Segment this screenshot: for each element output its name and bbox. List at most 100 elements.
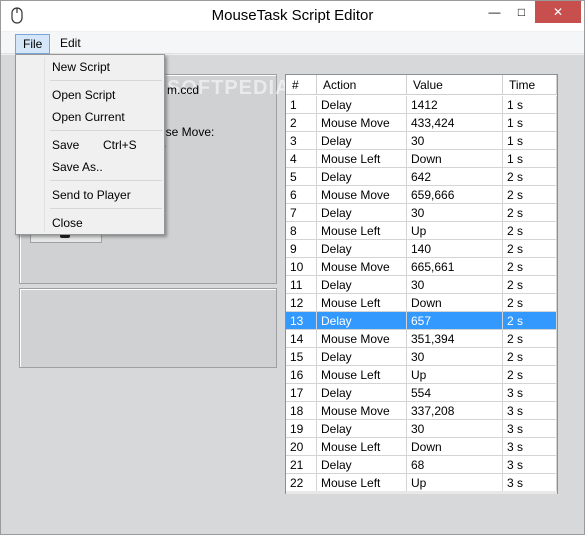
table-row[interactable]: 2 Mouse Move 433,424 1 s <box>286 114 557 132</box>
table-row[interactable]: 19 Delay 30 3 s <box>286 420 557 438</box>
cell-action: Delay <box>317 384 407 402</box>
cell-number: 7 <box>286 204 317 222</box>
table-row[interactable]: 1 Delay 1412 1 s <box>286 96 557 114</box>
details-panel <box>19 288 277 368</box>
menu-item-label: Open Script <box>52 88 116 102</box>
table-row[interactable]: 6 Mouse Move 659,666 2 s <box>286 186 557 204</box>
table-row[interactable]: 18 Mouse Move 337,208 3 s <box>286 402 557 420</box>
cell-action: Mouse Left <box>317 366 407 384</box>
maximize-button[interactable]: □ <box>508 1 535 23</box>
menu-item-open-current[interactable]: Open Current <box>18 106 162 128</box>
table-row[interactable]: 20 Mouse Left Down 3 s <box>286 438 557 456</box>
cell-time: 2 s <box>503 348 557 366</box>
cell-value: 642 <box>407 168 503 186</box>
table-row[interactable]: 22 Mouse Left Up 3 s <box>286 474 557 492</box>
column-header-action[interactable]: Action <box>317 75 407 95</box>
cell-time: 2 s <box>503 312 557 330</box>
cell-time: 1 s <box>503 114 557 132</box>
cell-number: 11 <box>286 276 317 294</box>
cell-action: Mouse Move <box>317 186 407 204</box>
table-row[interactable]: 7 Delay 30 2 s <box>286 204 557 222</box>
cell-value: 337,208 <box>407 402 503 420</box>
menu-file[interactable]: File <box>15 34 51 54</box>
cell-action: Delay <box>317 276 407 294</box>
menu-separator <box>50 130 162 131</box>
cell-value: 351,394 <box>407 330 503 348</box>
menu-item-save[interactable]: Save Ctrl+S <box>18 134 162 156</box>
close-window-button[interactable]: ✕ <box>535 1 581 23</box>
cell-value: Down <box>407 150 503 168</box>
column-header-number[interactable]: # <box>286 75 317 95</box>
cell-time: 1 s <box>503 150 557 168</box>
menu-item-shortcut: Ctrl+S <box>103 138 137 152</box>
cell-action: Mouse Left <box>317 222 407 240</box>
menu-item-label: New Script <box>52 60 111 74</box>
column-header-time[interactable]: Time <box>503 75 557 95</box>
cell-action: Mouse Left <box>317 150 407 168</box>
menu-item-new-script[interactable]: New Script <box>18 56 162 78</box>
cell-action: Delay <box>317 96 407 114</box>
cell-value: 659,666 <box>407 186 503 204</box>
table-row[interactable]: 5 Delay 642 2 s <box>286 168 557 186</box>
menu-item-open-script[interactable]: Open Script <box>18 84 162 106</box>
table-row[interactable]: 17 Delay 554 3 s <box>286 384 557 402</box>
menu-item-label: Open Current <box>52 110 125 124</box>
cell-action: Delay <box>317 204 407 222</box>
horizontal-scrollbar[interactable] <box>286 491 557 494</box>
cell-time: 2 s <box>503 276 557 294</box>
cell-value: Up <box>407 366 503 384</box>
cell-time: 3 s <box>503 438 557 456</box>
title-bar[interactable]: MouseTask Script Editor — □ ✕ <box>1 1 584 31</box>
menu-separator <box>50 80 162 81</box>
table-row[interactable]: 16 Mouse Left Up 2 s <box>286 366 557 384</box>
cell-action: Delay <box>317 420 407 438</box>
table-row[interactable]: 15 Delay 30 2 s <box>286 348 557 366</box>
minimize-button[interactable]: — <box>481 1 508 23</box>
cell-time: 2 s <box>503 366 557 384</box>
cell-number: 2 <box>286 114 317 132</box>
cell-value: Down <box>407 294 503 312</box>
menu-item-send-to-player[interactable]: Send to Player <box>18 184 162 206</box>
cell-value: 657 <box>407 312 503 330</box>
table-row[interactable]: 4 Mouse Left Down 1 s <box>286 150 557 168</box>
cell-number: 17 <box>286 384 317 402</box>
menu-item-close[interactable]: Close <box>18 212 162 234</box>
column-header-value[interactable]: Value <box>407 75 503 95</box>
cell-time: 1 s <box>503 132 557 150</box>
cell-time: 2 s <box>503 258 557 276</box>
cell-time: 2 s <box>503 330 557 348</box>
cell-time: 3 s <box>503 384 557 402</box>
cell-value: 433,424 <box>407 114 503 132</box>
menu-separator <box>50 180 162 181</box>
menu-item-save-as[interactable]: Save As.. <box>18 156 162 178</box>
cell-number: 5 <box>286 168 317 186</box>
table-row[interactable]: 10 Mouse Move 665,661 2 s <box>286 258 557 276</box>
table-row[interactable]: 8 Mouse Left Up 2 s <box>286 222 557 240</box>
menu-separator <box>50 208 162 209</box>
cell-action: Delay <box>317 456 407 474</box>
table-row[interactable]: 11 Delay 30 2 s <box>286 276 557 294</box>
script-table[interactable]: # Action Value Time 1 Delay 1412 1 s 2 Mouse … <box>285 74 558 494</box>
cell-value: 140 <box>407 240 503 258</box>
cell-value: Up <box>407 474 503 492</box>
filename-label: m.ccd <box>167 83 200 97</box>
table-header: # Action Value Time <box>286 75 557 95</box>
table-row[interactable]: 9 Delay 140 2 s <box>286 240 557 258</box>
cell-value: 30 <box>407 132 503 150</box>
cell-number: 10 <box>286 258 317 276</box>
cell-action: Mouse Move <box>317 330 407 348</box>
cell-value: 30 <box>407 420 503 438</box>
table-row[interactable]: 3 Delay 30 1 s <box>286 132 557 150</box>
menu-item-label: Save <box>52 138 80 152</box>
table-row[interactable]: 12 Mouse Left Down 2 s <box>286 294 557 312</box>
cell-time: 2 s <box>503 294 557 312</box>
cell-value: Down <box>407 438 503 456</box>
table-row[interactable]: 13 Delay 657 2 s <box>286 312 557 330</box>
cell-number: 9 <box>286 240 317 258</box>
table-row[interactable]: 21 Delay 68 3 s <box>286 456 557 474</box>
menu-edit[interactable]: Edit <box>53 34 88 54</box>
menu-item-label: Save As.. <box>52 160 103 174</box>
cell-number: 6 <box>286 186 317 204</box>
cell-value: 30 <box>407 204 503 222</box>
table-row[interactable]: 14 Mouse Move 351,394 2 s <box>286 330 557 348</box>
